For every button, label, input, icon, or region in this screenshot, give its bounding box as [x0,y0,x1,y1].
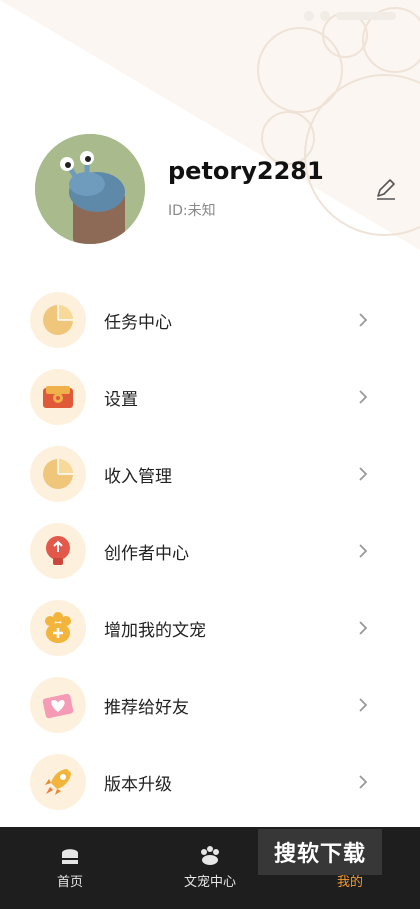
nav-pet-center-label: 文宠中心 [183,875,236,890]
status-signal-icon [304,11,314,21]
status-wifi-icon [320,11,330,21]
settings-box-icon [30,369,86,425]
income-pie-icon [30,446,86,502]
nav-home[interactable]: 首页 [20,841,120,897]
heart-envelope-icon [30,677,86,733]
status-battery-icon [336,12,396,20]
menu-item-version-upgrade[interactable]: 版本升级 [0,746,420,816]
chevron-right-icon [359,698,368,712]
watermark-logo: 搜软下载 [258,829,382,875]
chevron-right-icon [359,467,368,481]
menu-item-creator-center[interactable]: 创作者中心 [0,515,420,585]
menu-item-task-center[interactable]: 任务中心 [0,284,420,354]
username: petory2281 [168,157,324,185]
task-pie-icon [30,292,86,348]
menu-label: 推荐给好友 [104,698,189,718]
paw-icon [30,600,86,656]
home-icon [62,849,78,864]
avatar[interactable] [35,134,145,244]
nav-pet-center[interactable]: 文宠中心 [160,841,260,897]
status-bar [304,6,396,26]
nav-home-label: 首页 [56,875,83,890]
menu-item-add-pet[interactable]: 增加我的文宠 [0,592,420,662]
creator-bulb-icon [30,523,86,579]
menu-label: 设置 [104,390,138,410]
chevron-right-icon [359,390,368,404]
menu-item-income[interactable]: 收入管理 [0,438,420,508]
edit-pencil-icon[interactable] [373,176,399,202]
chevron-right-icon [359,313,368,327]
menu-label: 版本升级 [104,775,172,795]
user-id: ID:未知 [168,203,216,219]
menu-item-recommend[interactable]: 推荐给好友 [0,669,420,739]
menu-item-settings[interactable]: 设置 [0,361,420,431]
menu-label: 创作者中心 [104,544,189,564]
menu-label: 收入管理 [104,467,172,487]
chevron-right-icon [359,621,368,635]
chevron-right-icon [359,775,368,789]
avatar-snail-image [35,134,145,244]
menu-label: 增加我的文宠 [104,621,206,641]
menu-label: 任务中心 [104,313,172,333]
rocket-icon [30,754,86,810]
paw-icon [201,846,219,865]
chevron-right-icon [359,544,368,558]
